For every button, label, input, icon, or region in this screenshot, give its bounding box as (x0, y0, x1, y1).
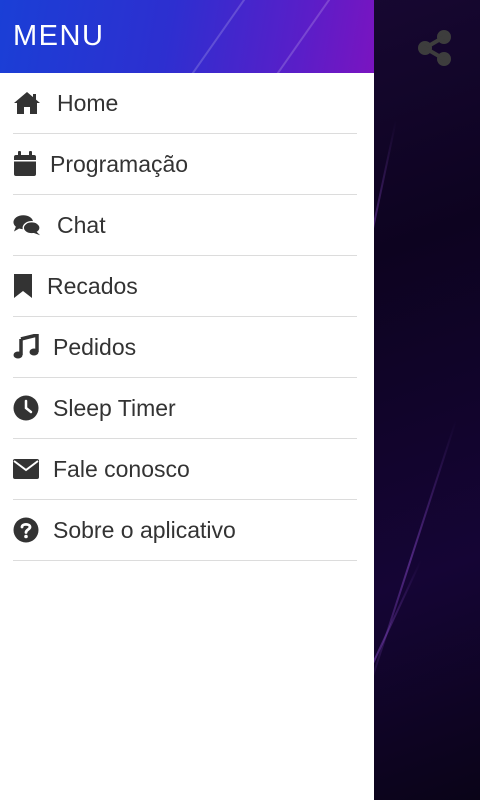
menu-list: Home Programação Chat Recados Pedidos Sl… (0, 73, 374, 561)
bookmark-icon (13, 273, 41, 299)
menu-item-label: Recados (47, 272, 138, 299)
menu-item-sobre[interactable]: Sobre o aplicativo (13, 500, 357, 561)
menu-item-fale-conosco[interactable]: Fale conosco (13, 439, 357, 500)
menu-item-label: Sobre o aplicativo (53, 516, 236, 543)
chat-icon (13, 213, 41, 237)
drawer-header: MENU (0, 0, 374, 73)
menu-item-label: Programação (50, 150, 189, 177)
drawer-title: MENU (13, 20, 105, 52)
clock-icon (13, 395, 41, 421)
background-streak (362, 420, 457, 706)
menu-item-label: Pedidos (53, 333, 137, 360)
home-icon (13, 91, 41, 115)
calendar-icon (13, 151, 41, 177)
menu-item-programacao[interactable]: Programação (13, 134, 357, 195)
envelope-icon (13, 459, 41, 479)
navigation-drawer: MENU Home Programação Chat Recados Pedid… (0, 0, 374, 800)
menu-item-label: Fale conosco (53, 455, 190, 482)
menu-item-pedidos[interactable]: Pedidos (13, 317, 357, 378)
menu-item-label: Home (57, 89, 119, 116)
menu-item-recados[interactable]: Recados (13, 256, 357, 317)
menu-item-label: Sleep Timer (53, 394, 176, 421)
header-streak (180, 0, 252, 73)
header-streak (265, 0, 337, 73)
menu-item-home[interactable]: Home (13, 73, 357, 134)
menu-item-chat[interactable]: Chat (13, 195, 357, 256)
menu-item-sleep-timer[interactable]: Sleep Timer (13, 378, 357, 439)
music-icon (13, 334, 41, 360)
share-button[interactable] (414, 27, 456, 69)
share-icon (418, 30, 451, 66)
menu-item-label: Chat (57, 211, 106, 238)
question-icon (13, 517, 41, 543)
